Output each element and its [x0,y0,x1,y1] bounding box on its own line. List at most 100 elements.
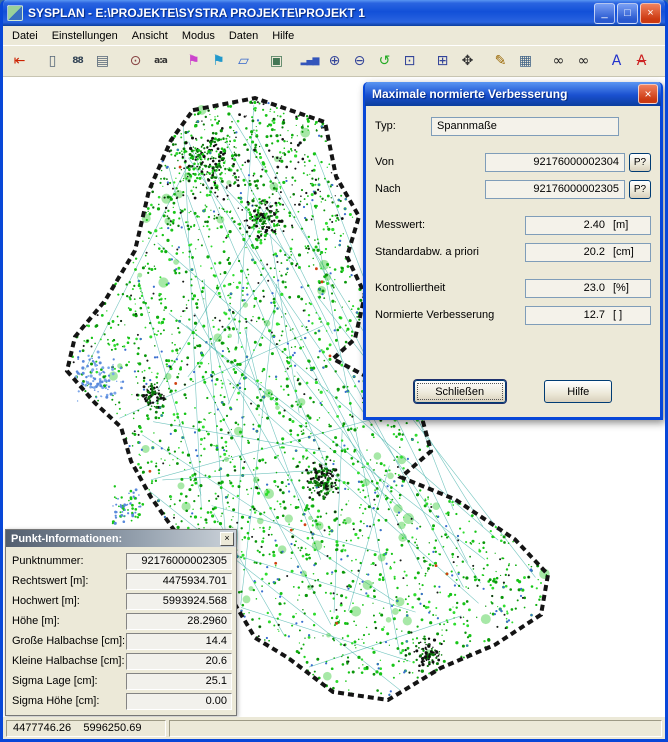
statusbar-spacer [169,720,662,737]
polygon-select-icon[interactable]: ▱ [231,49,256,73]
pinfo-label-punktnummer: Punktnummer: [12,555,126,567]
app-window: SYSPLAN - E:\PROJEKTE\SYSTRA PROJEKTE\PR… [0,0,668,742]
statusbar: 4477746.26 5996250.69 [3,717,665,739]
zoom-out-icon[interactable]: ⊖ [347,49,372,73]
statusbar-coordinates: 4477746.26 5996250.69 [6,720,166,737]
dialog-row-von: Von92176000002304P? [375,152,651,172]
app-icon [7,5,23,21]
p-lookup-von-button[interactable]: P? [629,153,651,172]
dialog-titlebar[interactable]: Maximale normierte Verbesserung × [365,82,661,106]
window-title: SYSPLAN - E:\PROJEKTE\SYSTRA PROJEKTE\PR… [28,6,594,20]
toolbar: ⇤▯88▤⊙a:a⚑⚑▱▣▂▄▆⊕⊖↺⊡⊞✥✎▦∞∞AA [3,46,665,77]
label-kontrolliertheit: Kontrolliertheit [375,282,525,294]
pinfo-row-hochwert: Hochwert [m]:5993924.568 [12,591,232,611]
menu-modus[interactable]: Modus [175,28,222,44]
dialog-row-normierte-verbesserung: Normierte Verbesserung12.7[ ] [375,305,651,325]
pinfo-value-rechtswert: 4475934.701 [126,573,232,590]
pinfo-label-hochwert: Hochwert [m]: [12,595,126,607]
pinfo-label-rechtswert: Rechtswert [m]: [12,575,126,587]
label-von: Von [375,156,485,168]
pinfo-row-sigma-lage: Sigma Lage [cm]:25.1 [12,671,232,691]
pinfo-label-sigma-lage: Sigma Lage [cm]: [12,675,126,687]
screen-edit-icon[interactable]: ▦ [513,49,538,73]
dialog-close-button[interactable]: × [638,84,658,104]
maximize-button[interactable]: □ [617,3,638,24]
pinfo-label-kleine-halbachse: Kleine Halbachse [cm]: [12,655,126,667]
zoom-window-icon[interactable]: ⊡ [397,49,422,73]
dialog-row-kontrolliertheit: Kontrolliertheit23.0[%] [375,278,651,298]
no-text-icon[interactable]: A [629,49,654,73]
labels-icon[interactable]: a:a [148,49,173,73]
pinfo-value-sigma-lage: 25.1 [126,673,232,690]
window-controls: _□× [594,3,661,24]
pinfo-value-punktnummer: 92176000002305 [126,553,232,570]
panel-titlebar[interactable]: Punkt-Informationen: × [6,530,236,547]
pinfo-row-punktnummer: Punktnummer:92176000002305 [12,551,232,571]
label-normierte-verbesserung: Normierte Verbesserung [375,309,525,321]
menu-hilfe[interactable]: Hilfe [265,28,301,44]
dialog-row-typ: Typ:Spannmaße [375,116,651,136]
dialog-buttons: Schließen Hilfe [375,380,651,405]
max-verbesserung-dialog: Maximale normierte Verbesserung × Typ:Sp… [363,82,663,420]
dialog-body: Typ:Spannmaße Von92176000002304P? Nach9217… [366,106,660,417]
dialog-row-standardabw-a-priori: Standardabw. a priori20.2[cm] [375,242,651,262]
pinfo-row-hoehe: Höhe [m]:28.2960 [12,611,232,631]
pan-icon[interactable]: ✥ [455,49,480,73]
exit-icon[interactable]: ⇤ [7,49,32,73]
tag-cyan-icon[interactable]: ⚑ [206,49,231,73]
text-icon[interactable]: A [604,49,629,73]
pinfo-value-hochwert: 5993924.568 [126,593,232,610]
dialog-row-messwert: Messwert:2.40[m] [375,215,651,235]
menu-datei[interactable]: Datei [5,28,45,44]
pinfo-label-sigma-hoehe: Sigma Höhe [cm]: [12,695,126,707]
field-normierte-verbesserung: 12.7[ ] [525,306,651,325]
menu-ansicht[interactable]: Ansicht [125,28,175,44]
undo-icon[interactable]: ↺ [372,49,397,73]
pinfo-label-hoehe: Höhe [m]: [12,615,126,627]
search-point-icon[interactable]: ⊙ [123,49,148,73]
field-messwert: 2.40[m] [525,216,651,235]
menubar: DateiEinstellungenAnsichtModusDatenHilfe [3,26,665,46]
pinfo-value-sigma-hoehe: 0.00 [126,693,232,710]
panel-title: Punkt-Informationen: [11,533,220,545]
zoom-in-icon[interactable]: ⊕ [322,49,347,73]
find-icon[interactable]: ∞ [546,49,571,73]
label-messwert: Messwert: [375,219,525,231]
close-button[interactable]: × [640,3,661,24]
label-nach: Nach [375,183,485,195]
print-icon[interactable]: ▤ [90,49,115,73]
hilfe-button[interactable]: Hilfe [544,380,612,403]
tag-magenta-icon[interactable]: ⚑ [181,49,206,73]
field-typ: Spannmaße [431,117,619,136]
schliessen-button[interactable]: Schließen [414,380,506,403]
p-lookup-nach-button[interactable]: P? [629,180,651,199]
snapshot-icon[interactable]: ▣ [264,49,289,73]
minimize-button[interactable]: _ [594,3,615,24]
pinfo-row-rechtswert: Rechtswert [m]:4475934.701 [12,571,232,591]
pinfo-value-kleine-halbachse: 20.6 [126,653,232,670]
menu-einstellungen[interactable]: Einstellungen [45,28,125,44]
field-kontrolliertheit: 23.0[%] [525,279,651,298]
pinfo-row-kleine-halbachse: Kleine Halbachse [cm]:20.6 [12,651,232,671]
zoom-page-icon[interactable]: ⊞ [430,49,455,73]
map-area[interactable]: Maximale normierte Verbesserung × Typ:Sp… [3,77,665,717]
measure-icon[interactable]: ✎ [488,49,513,73]
punkt-informationen-panel: Punkt-Informationen: × Punktnummer:92176… [5,529,237,716]
dialog-row-nach: Nach92176000002305P? [375,179,651,199]
find-next-icon[interactable]: ∞ [571,49,596,73]
panel-close-button[interactable]: × [220,532,234,546]
titlebar[interactable]: SYSPLAN - E:\PROJEKTE\SYSTRA PROJEKTE\PR… [3,0,665,26]
field-nach: 92176000002305 [485,180,625,199]
dialog-title: Maximale normierte Verbesserung [372,87,638,101]
label-typ: Typ: [375,120,431,132]
pinfo-value-hoehe: 28.2960 [126,613,232,630]
label-standardabw-a-priori: Standardabw. a priori [375,246,525,258]
pinfo-value-grosse-halbachse: 14.4 [126,633,232,650]
pinfo-row-sigma-hoehe: Sigma Höhe [cm]:0.00 [12,691,232,711]
point-list-icon[interactable]: 88 [65,49,90,73]
pinfo-row-grosse-halbachse: Große Halbachse [cm]:14.4 [12,631,232,651]
histogram-icon[interactable]: ▂▄▆ [297,49,322,73]
new-document-icon[interactable]: ▯ [40,49,65,73]
field-standardabw-a-priori: 20.2[cm] [525,243,651,262]
menu-daten[interactable]: Daten [222,28,265,44]
